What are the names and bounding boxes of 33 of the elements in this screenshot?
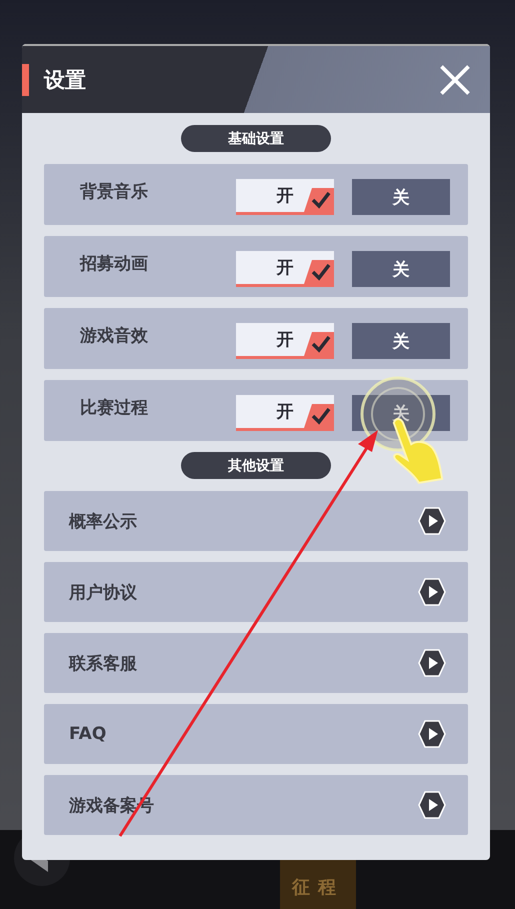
menu-label: FAQ <box>69 724 108 744</box>
section-heading: 其他设置 <box>181 452 331 479</box>
setting-label: 招募动画 <box>80 253 149 275</box>
menu-label: 概率公示 <box>69 510 138 532</box>
on-button[interactable]: 开 <box>236 179 334 215</box>
play-icon <box>418 720 446 748</box>
play-icon <box>418 791 446 819</box>
play-icon <box>418 649 446 677</box>
off-button[interactable]: 关 <box>352 251 450 287</box>
menu-item[interactable]: 概率公示 <box>44 491 468 551</box>
check-icon <box>304 332 334 356</box>
on-button[interactable]: 开 <box>236 395 334 431</box>
title-accent-bar <box>22 64 29 96</box>
menu-label: 联系客服 <box>69 652 138 674</box>
section-heading: 基础设置 <box>181 125 331 152</box>
play-icon <box>418 578 446 606</box>
dialog-title: 设置 <box>44 66 87 94</box>
off-button[interactable]: 关 <box>352 323 450 359</box>
menu-item[interactable]: 用户协议 <box>44 562 468 622</box>
setting-label: 背景音乐 <box>80 181 149 203</box>
menu-label: 用户协议 <box>69 582 138 604</box>
check-icon <box>304 404 334 428</box>
check-icon <box>304 188 334 212</box>
on-button[interactable]: 开 <box>236 251 334 287</box>
play-icon <box>418 507 446 535</box>
setting-label: 游戏音效 <box>80 325 149 347</box>
menu-item[interactable]: FAQ <box>44 704 468 764</box>
close-icon[interactable] <box>440 64 470 94</box>
menu-item[interactable]: 联系客服 <box>44 633 468 693</box>
check-icon <box>304 260 334 284</box>
setting-label: 比赛过程 <box>80 397 149 419</box>
off-button[interactable]: 关 <box>352 179 450 215</box>
on-button[interactable]: 开 <box>236 323 334 359</box>
